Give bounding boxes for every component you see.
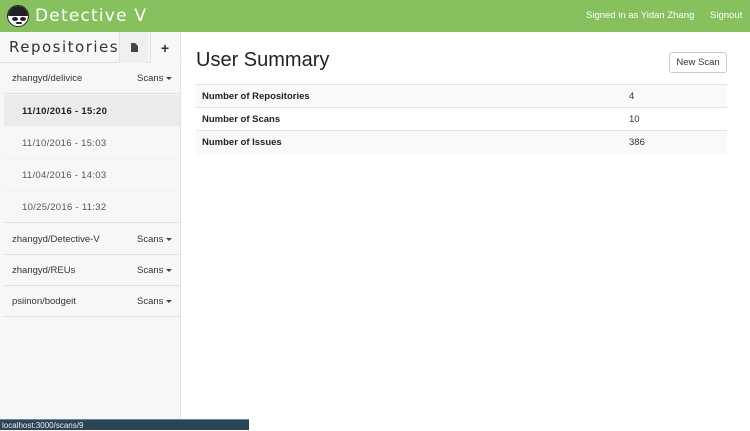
new-scan-button[interactable]: New Scan xyxy=(669,52,727,73)
brand-title[interactable]: Detective V xyxy=(35,6,147,26)
scans-label: Scans xyxy=(137,73,164,84)
summary-label: Number of Repositories xyxy=(196,84,626,108)
top-navbar: Detective V Signed in as Yidan Zhang Sig… xyxy=(0,0,750,32)
scan-date: 11/10/2016 - 15:03 xyxy=(22,138,107,149)
repo-item-reus[interactable]: zhangyd/REUs Scans xyxy=(4,255,180,286)
main-content: User Summary New Scan Number of Reposito… xyxy=(181,32,750,430)
scans-dropdown[interactable]: Scans xyxy=(137,265,173,276)
file-button[interactable] xyxy=(119,32,148,63)
repo-name[interactable]: psiinon/bodgeit xyxy=(12,296,76,307)
caret-down-icon xyxy=(166,299,173,303)
scan-item[interactable]: 11/10/2016 - 15:03 xyxy=(4,127,180,159)
plus-icon: + xyxy=(160,39,170,56)
scan-date: 11/10/2016 - 15:20 xyxy=(22,106,108,117)
summary-table: Number of Repositories 4 Number of Scans… xyxy=(196,84,727,154)
caret-down-icon xyxy=(166,268,173,272)
scan-item[interactable]: 11/04/2016 - 14:03 xyxy=(4,159,180,191)
summary-label: Number of Issues xyxy=(196,130,626,154)
repo-name[interactable]: zhangyd/Detective-V xyxy=(12,234,100,245)
scans-dropdown[interactable]: Scans xyxy=(137,234,173,245)
brand[interactable]: Detective V xyxy=(7,5,147,27)
scan-item-active[interactable]: 11/10/2016 - 15:20 xyxy=(4,95,180,127)
file-icon xyxy=(130,43,138,52)
detective-logo-icon xyxy=(7,5,29,27)
repo-item-delivice[interactable]: zhangyd/delivice Scans xyxy=(4,63,180,94)
repo-name[interactable]: zhangyd/REUs xyxy=(12,265,75,276)
table-row: Number of Issues 386 xyxy=(196,130,727,154)
caret-down-icon xyxy=(166,76,173,80)
table-row: Number of Repositories 4 xyxy=(196,84,727,108)
table-row: Number of Scans 10 xyxy=(196,107,727,131)
sidebar-header: Repositories + xyxy=(0,32,180,63)
summary-label: Number of Scans xyxy=(196,107,626,131)
signout-link[interactable]: Signout xyxy=(710,0,742,32)
summary-value: 4 xyxy=(626,84,727,108)
scans-dropdown[interactable]: Scans xyxy=(137,73,173,84)
scan-item[interactable]: 10/25/2016 - 11:32 xyxy=(4,191,180,223)
sidebar-title: Repositories xyxy=(9,38,120,56)
scan-date: 11/04/2016 - 14:03 xyxy=(22,170,107,181)
add-repository-button[interactable]: + xyxy=(150,32,179,63)
repo-name[interactable]: zhangyd/delivice xyxy=(12,73,82,84)
scans-dropdown[interactable]: Scans xyxy=(137,296,173,307)
scans-label: Scans xyxy=(137,296,164,307)
page-title: User Summary xyxy=(196,49,330,71)
repo-item-bodgeit[interactable]: psiinon/bodgeit Scans xyxy=(4,286,180,317)
signed-in-user[interactable]: Signed in as Yidan Zhang xyxy=(586,0,694,32)
status-bar-url: localhost:3000/scans/9 xyxy=(0,419,249,430)
summary-value: 386 xyxy=(626,130,727,154)
scan-date: 10/25/2016 - 11:32 xyxy=(22,202,107,213)
scans-label: Scans xyxy=(137,265,164,276)
sidebar: Repositories + zhangyd/delivice Scans 11… xyxy=(0,32,181,430)
repo-item-detective-v[interactable]: zhangyd/Detective-V Scans xyxy=(4,224,180,255)
summary-value: 10 xyxy=(626,107,727,131)
scans-label: Scans xyxy=(137,234,164,245)
caret-down-icon xyxy=(166,237,173,241)
